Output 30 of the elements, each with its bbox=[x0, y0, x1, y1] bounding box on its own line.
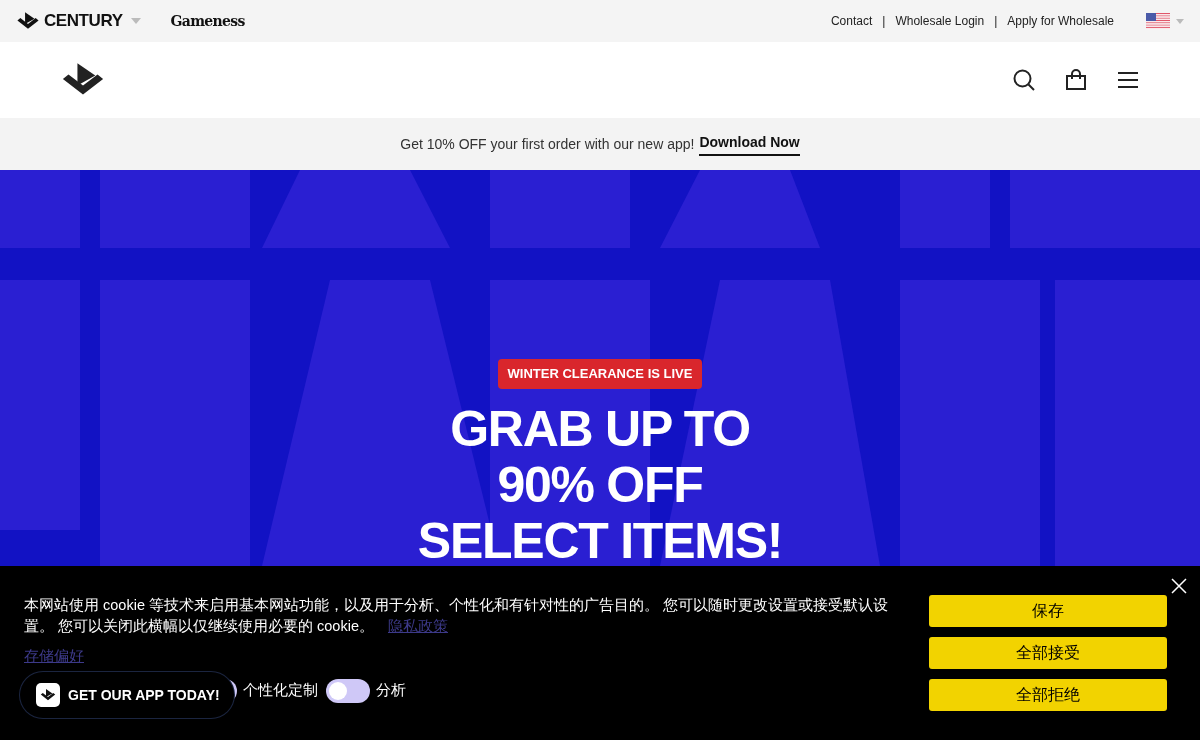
hero-headline: 90% OFF bbox=[497, 456, 703, 513]
toggle-switch[interactable] bbox=[326, 678, 370, 703]
caret-icon bbox=[130, 18, 141, 24]
promo-text: Get 10% OFF your first order with our new app! bbox=[400, 134, 695, 154]
top-link[interactable]: Wholesale Login bbox=[895, 12, 985, 30]
hero-headline: GRAB UP TO bbox=[450, 400, 750, 457]
cookie-button[interactable]: 全部接受 bbox=[929, 637, 1167, 669]
search-icon[interactable] bbox=[1012, 68, 1036, 92]
logo-icon bbox=[16, 11, 40, 31]
flag-icon[interactable] bbox=[1146, 13, 1170, 29]
toggle-label: 分析 bbox=[376, 680, 406, 701]
shopping-bag-icon[interactable] bbox=[1064, 68, 1088, 92]
top-link[interactable]: Apply for Wholesale bbox=[1007, 12, 1114, 30]
cookie-button[interactable]: 全部拒绝 bbox=[929, 679, 1167, 711]
sale-badge: WINTER CLEARANCE IS LIVE bbox=[497, 359, 703, 389]
toggle-label: 个性化定制 bbox=[243, 680, 318, 701]
caret-icon bbox=[1176, 18, 1184, 24]
brand-logo[interactable]: Gameness bbox=[170, 10, 245, 32]
app-download-toast[interactable]: GET OUR APP TODAY! bbox=[20, 672, 234, 718]
brand-logo[interactable]: CENTURY bbox=[44, 8, 123, 34]
separator: | bbox=[882, 13, 886, 30]
download-link[interactable]: Download Now bbox=[699, 132, 800, 156]
close-icon[interactable] bbox=[1171, 578, 1187, 594]
cookie-notice: 本网站使用 cookie 等技术来启用基本网站功能，以及用于分析、个性化和有针对性的广告目的。 您可以随时更改设置或接受默认设置。 您可以关闭此横幅以仅继续使用必要的 cookie。 隐私政策 bbox=[24, 596, 889, 636]
top-link[interactable]: Contact bbox=[830, 12, 873, 30]
separator: | bbox=[994, 13, 998, 30]
cookie-button[interactable]: 保存 bbox=[929, 595, 1167, 627]
app-icon bbox=[36, 683, 60, 707]
app-badge-text: GET OUR APP TODAY! bbox=[68, 685, 220, 705]
hero-headline: SELECT ITEMS! bbox=[417, 512, 783, 566]
